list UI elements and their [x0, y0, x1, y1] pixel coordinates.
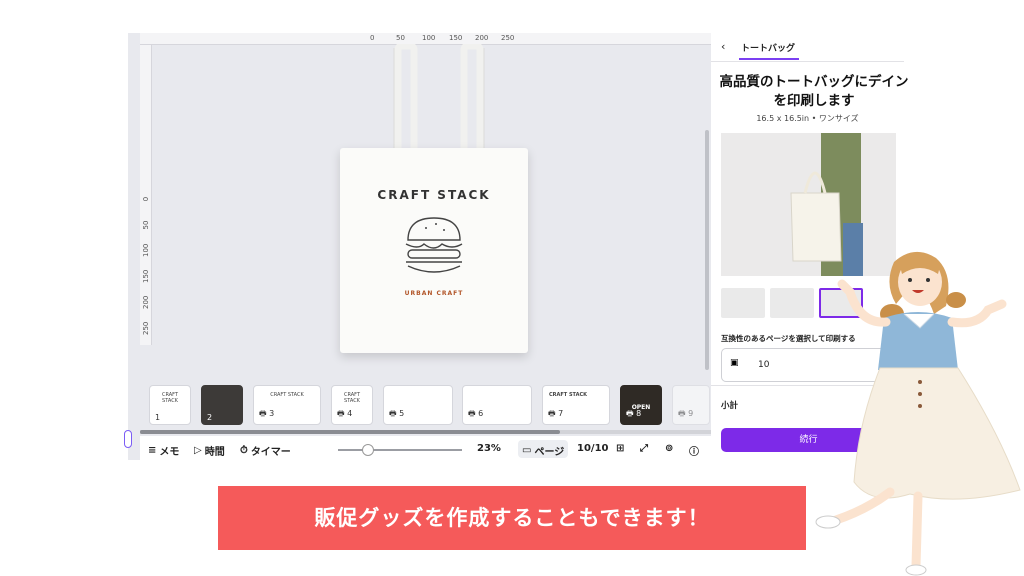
ruler-tick: 50: [396, 34, 405, 42]
side-pill-button[interactable]: [124, 430, 132, 448]
subtotal-label: 小計: [721, 401, 739, 411]
page-number: 🖶 9: [678, 409, 694, 418]
product-size: 16.5 x 16.5in • ワンサイズ: [756, 114, 859, 123]
ruler-tick: 50: [142, 220, 150, 230]
logo-title: CRAFT STACK: [377, 188, 491, 202]
grid-view-icon[interactable]: ⊞: [616, 443, 624, 454]
page-thumb-3[interactable]: CRAFT STACK 🖶 3: [253, 385, 321, 425]
tote-strap-icon: [393, 44, 485, 164]
back-icon[interactable]: ‹: [721, 40, 725, 53]
page-thumb-5[interactable]: 🖶 5: [383, 385, 453, 425]
bottom-toolbar: ≡ メモ ▷ 時間 ⏱ タイマー 23% ▭ ページ 10/10 ⊞ ⤢ ⊚ ⓘ: [140, 436, 711, 462]
time-label: 時間: [204, 447, 225, 458]
pages-icon: ▭: [522, 445, 532, 456]
design-logo[interactable]: CRAFT STACK URBAN CRAFT: [376, 188, 492, 308]
page-number: 🖶 3: [259, 409, 275, 418]
burger-icon: [405, 217, 463, 273]
ruler-tick: 250: [501, 34, 515, 42]
page-number: 🖶 8: [626, 409, 642, 418]
page-thumb-8[interactable]: OPEN 🖶 8: [620, 385, 662, 425]
page-number: 🖶 4: [337, 409, 353, 418]
page-thumb-9[interactable]: 🖶 9: [672, 385, 710, 425]
ruler-tick: 250: [142, 321, 150, 335]
divider: [711, 61, 904, 62]
page-label: ページ: [534, 447, 565, 458]
product-title: 高品質のトートバッグにデインを印刷します: [719, 74, 909, 109]
tab-underline: [739, 58, 799, 60]
photo-thumb-1[interactable]: [721, 288, 765, 318]
page-count: 10/10: [577, 443, 609, 454]
page-number: 🖶 6: [468, 409, 484, 418]
ruler-tick: 200: [142, 295, 150, 309]
canvas-scrollbar[interactable]: [705, 130, 709, 370]
thumb-logo-text: CRAFT STACK: [161, 392, 179, 404]
tote-bag-mockup[interactable]: CRAFT STACK URBAN CRAFT: [336, 44, 532, 356]
logo-subtitle: URBAN CRAFT: [404, 290, 464, 297]
help-icon[interactable]: ⓘ: [689, 443, 699, 458]
selected-page-value: 10: [758, 360, 770, 370]
page-number: 🖶 7: [548, 409, 564, 418]
ruler-tick: 150: [449, 34, 463, 42]
ruler-tick: 100: [142, 243, 150, 257]
zoom-slider-knob[interactable]: [362, 444, 374, 456]
girl-illustration-icon: [815, 251, 1021, 576]
fullscreen-icon[interactable]: ⤢: [640, 443, 648, 454]
download-icon[interactable]: ⊚: [665, 443, 673, 454]
time-button[interactable]: ▷ 時間: [194, 443, 225, 458]
tote-body: CRAFT STACK URBAN CRAFT: [340, 148, 528, 353]
ruler-tick: 0: [370, 34, 375, 42]
page-thumb-2[interactable]: 2: [201, 385, 243, 425]
page-thumbnail-strip: CRAFT STACK 1 2 CRAFT STACK 🖶 3 CRAFT ST…: [140, 380, 711, 430]
zoom-value[interactable]: 23%: [477, 443, 501, 454]
ruler-left: 0 50 100 150 200 250: [140, 45, 152, 345]
page-number: 2: [207, 413, 213, 422]
page-thumb-1[interactable]: CRAFT STACK 1: [149, 385, 191, 425]
timer-button[interactable]: ⏱ タイマー: [240, 443, 291, 458]
ruler-tick: 150: [142, 269, 150, 283]
page-number: 1: [155, 413, 161, 422]
ruler-tick: 0: [142, 196, 150, 202]
page-view-label-wrap: ▭ ページ: [522, 443, 564, 458]
page-thumb-6[interactable]: 🖶 6: [462, 385, 532, 425]
screenshot-stage: ˇ ˇ ド ト 0 50 100 150 200 250 0 50 100 15…: [0, 0, 1024, 576]
page-thumb-4[interactable]: CRAFT STACK 🖶 4: [331, 385, 373, 425]
ruler-tick: 200: [475, 34, 489, 42]
stopwatch-icon: ⏱: [240, 445, 248, 456]
page-thumb-7[interactable]: CRAFT STACK 🖶 7: [542, 385, 610, 425]
timer-label: タイマー: [250, 447, 291, 458]
promo-banner: 販促グッズを作成することもできます！: [218, 486, 806, 550]
memo-button[interactable]: ≡ メモ: [148, 443, 179, 458]
page-thumb-mini-icon: ▣: [730, 358, 739, 368]
notes-icon: ≡: [148, 445, 157, 456]
tab-tote-bag[interactable]: トートバッグ: [741, 41, 795, 54]
zoom-slider[interactable]: [338, 449, 462, 451]
memo-label: メモ: [159, 447, 180, 458]
ruler-tick: 100: [422, 34, 436, 42]
thumbnail-scrollbar[interactable]: [140, 430, 711, 434]
play-icon: ▷: [194, 445, 202, 456]
page-number: 🖶 5: [389, 409, 405, 418]
banner-text: 販促グッズを作成することもできます！: [314, 506, 710, 530]
